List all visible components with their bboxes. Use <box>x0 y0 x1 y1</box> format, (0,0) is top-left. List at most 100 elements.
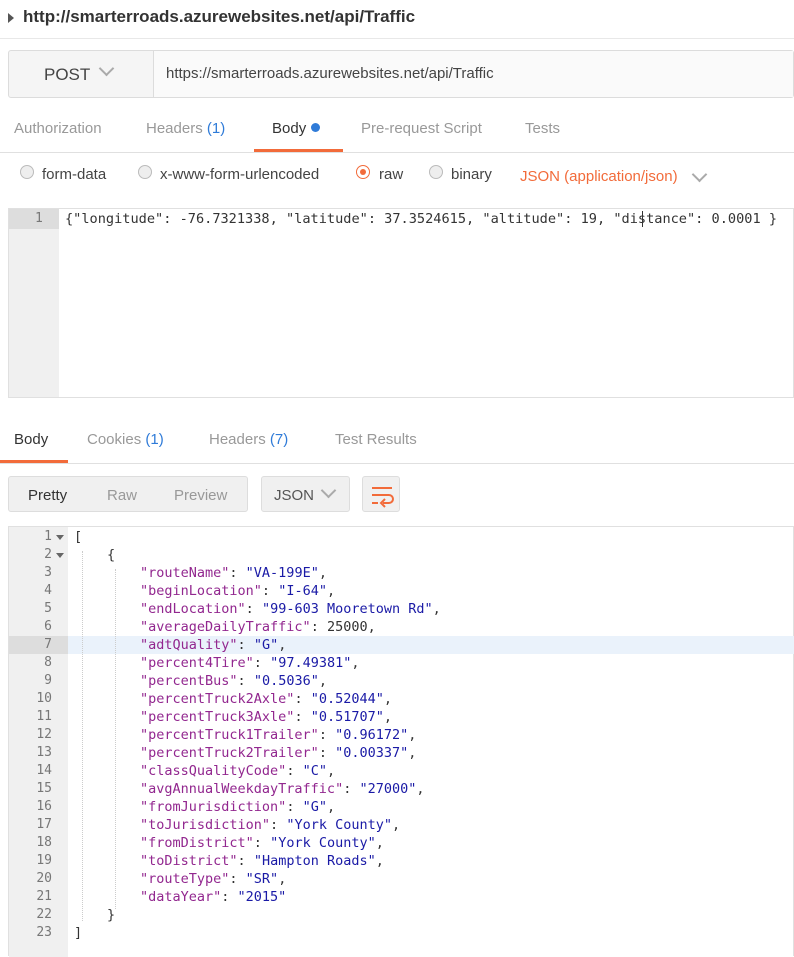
response-line: 19 "toDistrict": "Hampton Roads", <box>9 852 794 870</box>
fold-arrow-icon[interactable] <box>56 553 64 558</box>
radio-binary[interactable] <box>429 165 443 179</box>
tab-label: Tests <box>525 120 561 137</box>
fold-arrow-icon[interactable] <box>56 535 64 540</box>
active-tab-indicator <box>0 460 68 463</box>
radio-label-raw[interactable]: raw <box>379 166 403 183</box>
code-text: "fromJurisdiction": "G", <box>140 799 336 815</box>
expand-caret-icon[interactable] <box>8 13 14 23</box>
line-number: 23 <box>36 925 52 940</box>
response-line: 10 "percentTruck2Axle": "0.52044", <box>9 690 794 708</box>
format-select[interactable]: JSON <box>261 476 350 512</box>
line-number: 12 <box>36 727 52 742</box>
radio-label-binary[interactable]: binary <box>451 166 492 183</box>
tab-label: Headers <box>146 120 203 137</box>
radio-urlencoded[interactable] <box>138 165 152 179</box>
json-value: "2015" <box>237 889 287 905</box>
code-text: "classQualityCode": "C", <box>140 763 336 779</box>
code-text: "percentBus": "0.5036", <box>140 673 327 689</box>
line-number: 7 <box>44 637 52 652</box>
response-line: 2{ <box>9 546 794 564</box>
line-number: 15 <box>36 781 52 796</box>
view-mode-group: Pretty Raw Preview <box>8 476 248 512</box>
json-key: "percentTruck1Trailer" <box>140 727 319 743</box>
tab-label: Pre-request Script <box>361 120 482 137</box>
line-number: 10 <box>36 691 52 706</box>
line-number: 6 <box>44 619 52 634</box>
request-body-code[interactable]: {"longitude": -76.7321338, "latitude": 3… <box>65 211 777 227</box>
tab-label: Authorization <box>14 120 102 137</box>
json-value: "0.51707" <box>310 709 384 725</box>
code-text: "avgAnnualWeekdayTraffic": "27000", <box>140 781 425 797</box>
radio-label-form-data[interactable]: form-data <box>42 166 106 183</box>
radio-label-urlencoded[interactable]: x-www-form-urlencoded <box>160 166 319 183</box>
wrap-lines-icon <box>372 487 394 508</box>
tab-test-results[interactable]: Test Results <box>335 431 417 448</box>
json-value: 25000 <box>326 619 368 635</box>
json-key: "percentTruck2Trailer" <box>140 745 319 761</box>
code-text: "percentTruck3Axle": "0.51707", <box>140 709 392 725</box>
request-tabs: Authorization Headers (1) Body Pre-reque… <box>0 108 794 153</box>
json-value: "0.52044" <box>310 691 384 707</box>
method-select[interactable]: POST <box>9 51 154 97</box>
text-cursor <box>642 211 643 227</box>
view-preview-button[interactable]: Preview <box>174 487 227 504</box>
response-line: 12 "percentTruck1Trailer": "0.96172", <box>9 726 794 744</box>
radio-raw[interactable] <box>356 165 370 179</box>
line-number: 1 <box>35 211 43 226</box>
json-value: "0.00337" <box>335 745 409 761</box>
json-key: "averageDailyTraffic" <box>140 619 311 635</box>
response-line: 22} <box>9 906 794 924</box>
json-key: "routeName" <box>140 565 230 581</box>
tab-response-body[interactable]: Body <box>14 431 48 448</box>
tab-cookies[interactable]: Cookies (1) <box>87 431 164 448</box>
url-value: https://smarterroads.azurewebsites.net/a… <box>166 65 494 82</box>
request-bar: POST https://smarterroads.azurewebsites.… <box>8 50 794 98</box>
tab-tests[interactable]: Tests <box>525 120 560 137</box>
tab-pre-request-script[interactable]: Pre-request Script <box>361 120 482 137</box>
json-key: "percentTruck3Axle" <box>140 709 295 725</box>
tab-body[interactable]: Body <box>272 120 321 137</box>
view-raw-button[interactable]: Raw <box>107 487 137 504</box>
code-text: "toDistrict": "Hampton Roads", <box>140 853 384 869</box>
line-number: 19 <box>36 853 52 868</box>
response-line: 21 "dataYear": "2015" <box>9 888 794 906</box>
line-number: 13 <box>36 745 52 760</box>
response-line: 15 "avgAnnualWeekdayTraffic": "27000", <box>9 780 794 798</box>
json-key: "dataYear" <box>140 889 222 905</box>
response-line: 23] <box>9 924 794 942</box>
json-value: "0.96172" <box>335 727 409 743</box>
line-number: 1 <box>44 529 52 544</box>
code-text: "beginLocation": "I-64", <box>140 583 336 599</box>
tab-response-headers[interactable]: Headers (7) <box>209 431 288 448</box>
code-text: "averageDailyTraffic": 25000, <box>140 619 376 635</box>
tab-authorization[interactable]: Authorization <box>14 120 102 137</box>
code-text: "percentTruck2Trailer": "0.00337", <box>140 745 417 761</box>
json-value: "27000" <box>359 781 417 797</box>
content-type-select[interactable]: JSON (application/json) <box>520 168 678 185</box>
response-line: 5 "endLocation": "99-603 Mooretown Rd", <box>9 600 794 618</box>
modified-dot-icon <box>311 123 321 132</box>
json-value: "99-603 Mooretown Rd" <box>261 601 433 617</box>
json-key: "routeType" <box>140 871 230 887</box>
json-value: "York County" <box>270 835 376 851</box>
code-text: } <box>107 907 116 923</box>
request-title-bar[interactable]: http://smarterroads.azurewebsites.net/ap… <box>0 0 794 39</box>
json-value: "Hampton Roads" <box>253 853 376 869</box>
request-body-editor[interactable]: 1 {"longitude": -76.7321338, "latitude":… <box>8 208 794 398</box>
wrap-lines-button[interactable] <box>362 476 400 512</box>
response-body-viewer[interactable]: 1[2{3 "routeName": "VA-199E", 4 "beginLocat… <box>8 526 794 957</box>
code-text: { <box>107 547 116 563</box>
tab-label: Body <box>14 431 49 448</box>
radio-form-data[interactable] <box>20 165 34 179</box>
url-input[interactable]: https://smarterroads.azurewebsites.net/a… <box>154 51 793 97</box>
line-number: 18 <box>36 835 52 850</box>
code-text: ] <box>74 925 83 941</box>
response-line: 18 "fromDistrict": "York County", <box>9 834 794 852</box>
json-key: "percentTruck2Axle" <box>140 691 295 707</box>
chevron-down-icon[interactable] <box>691 166 708 183</box>
response-line: 3 "routeName": "VA-199E", <box>9 564 794 582</box>
view-pretty-button[interactable]: Pretty <box>28 487 67 504</box>
json-value: "0.5036" <box>253 673 319 689</box>
json-value: "I-64" <box>278 583 327 599</box>
tab-headers[interactable]: Headers (1) <box>146 120 225 137</box>
